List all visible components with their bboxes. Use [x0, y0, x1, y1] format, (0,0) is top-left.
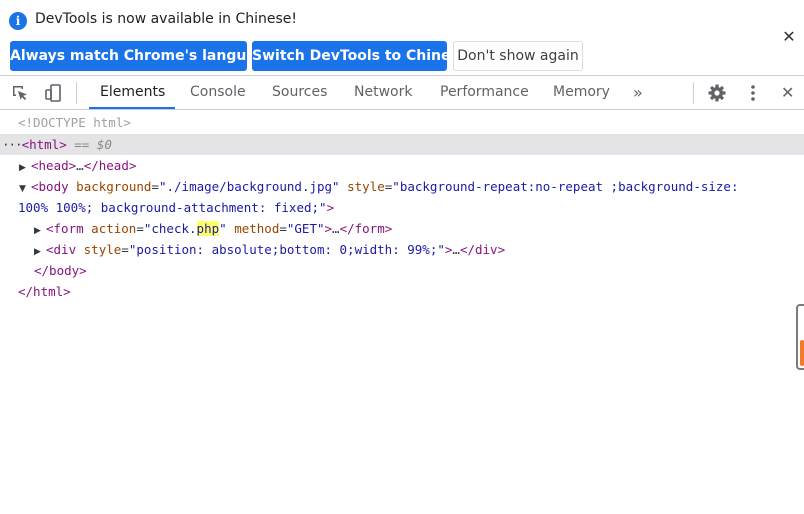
dom-node-form[interactable]: ▶ <form action="check.php" method="GET">…… [0, 218, 804, 239]
tab-elements[interactable]: Elements [100, 76, 165, 109]
expand-triangle-icon[interactable]: ▶ [34, 221, 46, 239]
tab-sources[interactable]: Sources [272, 76, 327, 109]
devtools-toolbar: Elements Console Sources Network Perform… [0, 75, 804, 110]
language-infobar: i DevTools is now available in Chinese! … [0, 0, 804, 75]
dom-node-body[interactable]: ▼ <body background="./image/background.jp… [0, 176, 804, 197]
toolbar-separator [76, 82, 77, 104]
scroll-position-marker [800, 340, 804, 366]
dom-node-body-close[interactable]: </body> [0, 260, 804, 281]
inspect-element-icon[interactable] [10, 83, 30, 103]
dom-node-body-continued: 100% 100%; background-attachment: fixed;… [18, 200, 335, 215]
devtools-window: i DevTools is now available in Chinese! … [0, 0, 804, 514]
tab-memory[interactable]: Memory [553, 76, 610, 109]
collapse-triangle-icon[interactable]: ▼ [19, 179, 31, 197]
switch-devtools-language-button[interactable]: Switch DevTools to Chinese [252, 41, 468, 71]
infobar-close-icon[interactable]: ✕ [780, 28, 798, 46]
elements-dom-tree: <!DOCTYPE html> ···<html> == $0 ▶ <head>…… [0, 110, 804, 514]
dom-node-head[interactable]: ▶ <head>…</head> [0, 155, 804, 176]
infobar-message: DevTools is now available in Chinese! [35, 11, 297, 27]
dom-node-html-close[interactable]: </html> [0, 281, 804, 302]
close-devtools-icon[interactable]: ✕ [781, 76, 794, 109]
tab-performance[interactable]: Performance [440, 76, 529, 109]
dom-node-div[interactable]: ▶ <div style="position: absolute;bottom: … [0, 239, 804, 260]
tab-network[interactable]: Network [354, 76, 412, 109]
dom-node-html-selected[interactable]: ···<html> == $0 [0, 134, 804, 155]
device-toolbar-icon[interactable] [43, 83, 63, 103]
dont-show-again-button[interactable]: Don't show again [453, 41, 583, 71]
tab-console[interactable]: Console [190, 76, 246, 109]
expand-triangle-icon[interactable]: ▶ [34, 242, 46, 260]
gear-icon[interactable] [707, 83, 727, 103]
always-match-language-button[interactable]: Always match Chrome's language [10, 41, 275, 71]
node-actions-icon[interactable]: ··· [2, 137, 23, 152]
active-tab-indicator [89, 107, 175, 109]
info-icon: i [9, 12, 27, 30]
expand-triangle-icon[interactable]: ▶ [19, 158, 31, 176]
search-match-highlight: php [196, 221, 220, 236]
more-tabs-icon[interactable]: » [633, 76, 643, 109]
dom-node-doctype[interactable]: <!DOCTYPE html> [0, 112, 804, 133]
toolbar-separator [693, 82, 694, 104]
kebab-menu-icon[interactable] [743, 83, 763, 103]
